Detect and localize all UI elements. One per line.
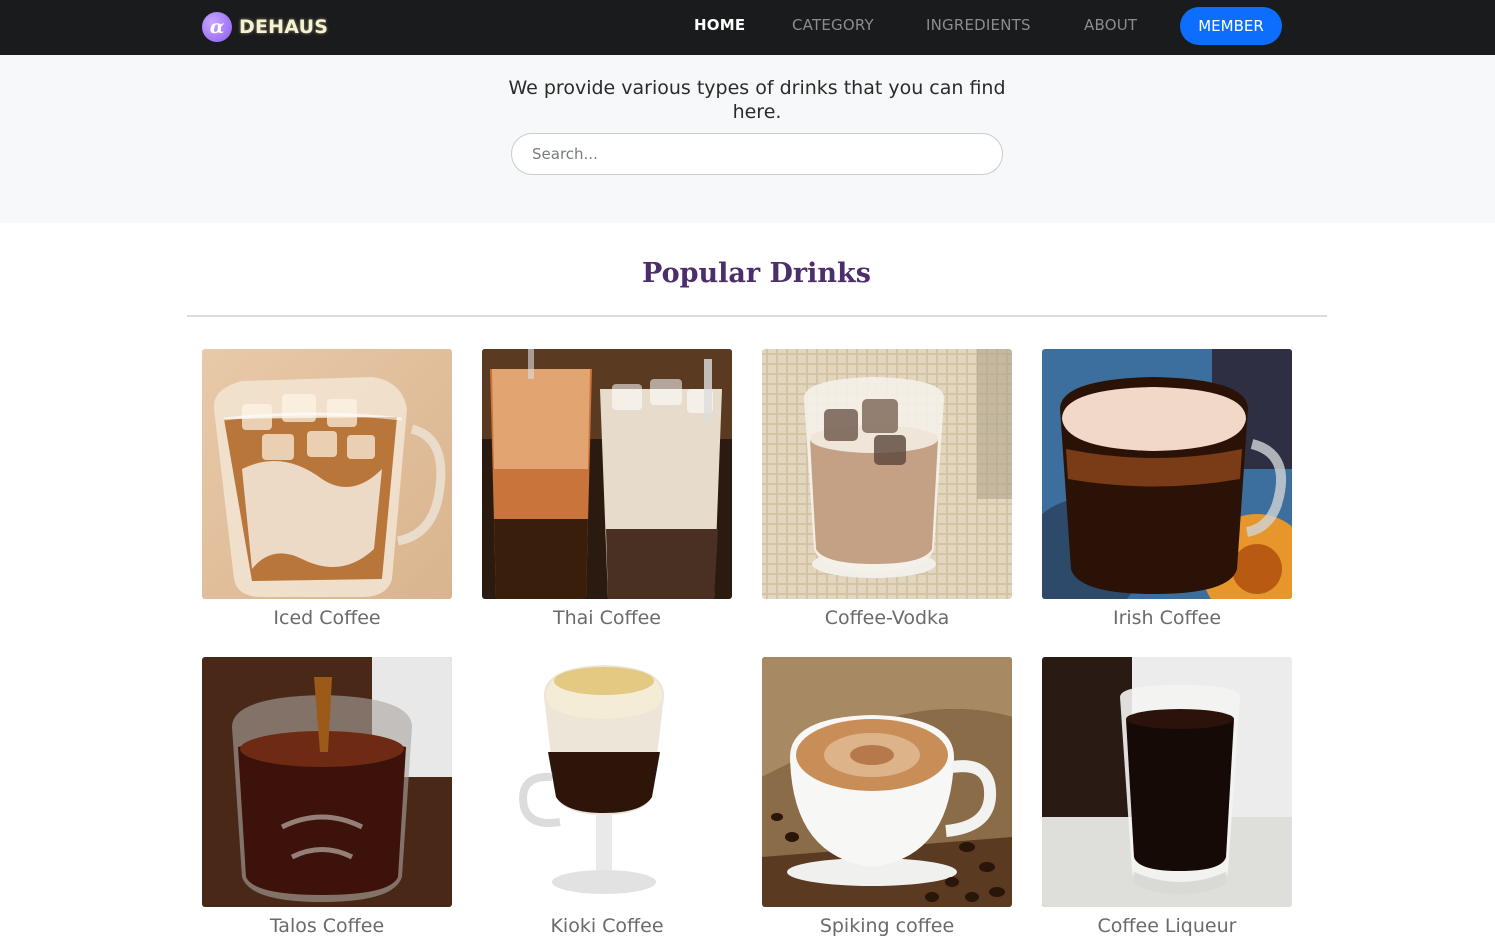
drink-name: Irish Coffee xyxy=(1112,607,1222,629)
drink-name: Coffee-Vodka xyxy=(824,607,950,629)
drink-name: Iced Coffee xyxy=(273,607,381,629)
spiking-coffee-photo xyxy=(762,657,1012,907)
drink-card-kioki-coffee[interactable]: Kioki Coffee xyxy=(482,657,732,937)
brand-name: DEHAUS xyxy=(239,16,329,38)
drink-card-coffee-liqueur[interactable]: Coffee Liqueur xyxy=(1042,657,1292,937)
drink-name: Spiking coffee xyxy=(819,915,955,937)
search-input[interactable] xyxy=(511,133,1003,175)
hero-text: We provide various types of drinks that … xyxy=(508,77,1006,123)
drink-card-iced-coffee[interactable]: Iced Coffee xyxy=(202,349,452,629)
nav-link-about[interactable]: ABOUT xyxy=(1084,16,1137,34)
drink-card-coffee-vodka[interactable]: Coffee-Vodka xyxy=(762,349,1012,629)
drink-card-spiking-coffee[interactable]: Spiking coffee xyxy=(762,657,1012,937)
drink-card-thai-coffee[interactable]: Thai Coffee xyxy=(482,349,732,629)
drink-name: Thai Coffee xyxy=(553,607,661,629)
nav-link-home[interactable]: HOME xyxy=(694,16,745,34)
coffee-liqueur-photo xyxy=(1042,657,1292,907)
navbar: α DEHAUS HOME CATEGORY INGREDIENTS ABOUT… xyxy=(0,0,1495,55)
iced-coffee-photo xyxy=(202,349,452,599)
thai-coffee-photo xyxy=(482,349,732,599)
member-button[interactable]: MEMBER xyxy=(1180,7,1282,45)
alpha-logo-icon: α xyxy=(202,12,232,42)
drink-name: Coffee Liqueur xyxy=(1097,915,1237,937)
drink-name: Talos Coffee xyxy=(269,915,385,937)
brand[interactable]: α DEHAUS xyxy=(202,12,328,42)
drink-card-irish-coffee[interactable]: Irish Coffee xyxy=(1042,349,1292,629)
nav-link-category[interactable]: CATEGORY xyxy=(792,16,874,34)
coffee-vodka-photo xyxy=(762,349,1012,599)
nav-link-ingredients[interactable]: INGREDIENTS xyxy=(926,16,1031,34)
hero-section: We provide various types of drinks that … xyxy=(0,55,1495,223)
drink-name: Kioki Coffee xyxy=(550,915,664,937)
section-title: Popular Drinks xyxy=(642,258,871,289)
drink-card-talos-coffee[interactable]: Talos Coffee xyxy=(202,657,452,937)
talos-coffee-photo xyxy=(202,657,452,907)
section-divider xyxy=(187,315,1327,317)
irish-coffee-photo xyxy=(1042,349,1292,599)
kioki-coffee-photo xyxy=(482,657,732,907)
